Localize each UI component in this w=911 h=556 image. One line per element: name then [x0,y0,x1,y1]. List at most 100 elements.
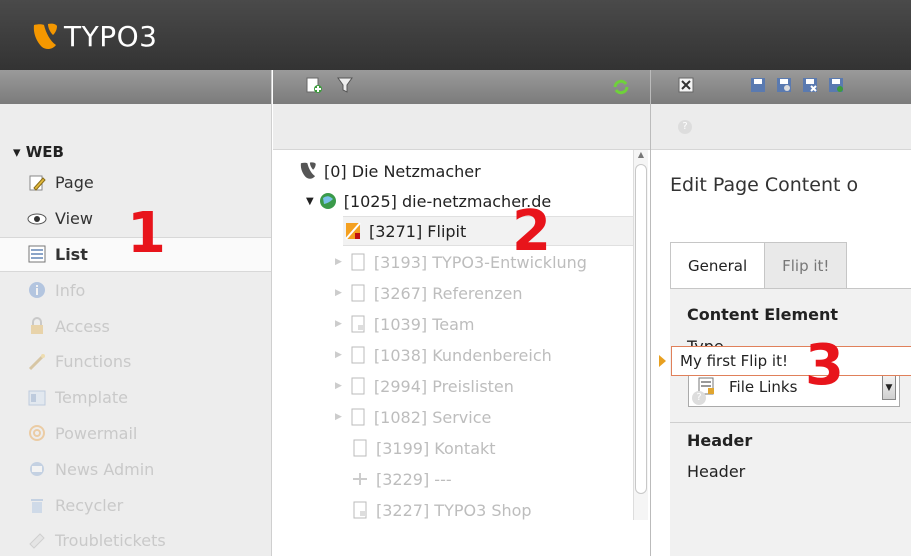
tree-node-label: [0] Die Netzmacher [324,161,481,181]
module-item-label: View [55,209,93,229]
tree-node-label: [3199] Kontakt [376,438,496,458]
tree-node-root[interactable]: [0] Die Netzmacher [298,156,481,186]
page-tree-toolbar [273,70,650,104]
eye-icon [26,208,48,230]
header-label: Header [687,462,746,481]
module-item-template[interactable]: Template [0,380,271,416]
tree-node-spacer[interactable]: [3229] --- [350,464,452,494]
typo3-root-icon [298,161,318,181]
page-icon [350,438,370,458]
pencil-page-icon [26,172,48,194]
module-item-info[interactable]: Info [0,272,271,308]
tree-node-label: [3193] TYPO3-Entwicklung [373,252,587,272]
help-icon[interactable]: ? [692,391,706,405]
close-icon[interactable] [678,77,694,97]
page-shortcut-icon [350,500,370,520]
module-item-news-admin[interactable]: News Admin [0,451,271,487]
news-icon [26,458,48,480]
trash-icon [26,494,48,516]
tree-node-kundenbereich[interactable]: ▶ [1038] Kundenbereich [335,340,552,370]
tree-node-flipit[interactable]: [3271] Flipit [343,216,633,246]
module-item-label: Access [55,316,110,336]
module-item-troubletickets[interactable]: Troubletickets [0,523,271,556]
page-icon [348,407,368,427]
content-element-heading: Content Element [687,305,839,324]
annotation-number-1: 1 [127,201,166,266]
tree-node-label: [2994] Preislisten [373,376,514,396]
module-item-label: Functions [55,352,132,372]
module-item-functions[interactable]: Functions [0,344,271,380]
page-title: Edit Page Content o [670,174,859,196]
edit-toolbar [651,70,911,104]
header-input[interactable]: My first Flip it! [671,346,911,376]
globe-icon [318,191,338,211]
typo3-logo[interactable]: TYPO3 [32,20,157,53]
tree-node-label: [3229] --- [376,469,452,489]
module-group-web[interactable]: ▾ WEB [0,139,271,165]
module-item-label: List [55,244,88,264]
header-section-heading: Header [687,431,753,450]
module-item-label: Recycler [55,495,124,515]
save-close-icon[interactable] [802,77,818,97]
tree-node-service[interactable]: ▶ [1082] Service [335,402,491,432]
annotation-number-3: 3 [805,333,844,398]
info-icon [26,279,48,301]
tree-node-label: [1039] Team [373,314,475,334]
page-icon [348,376,368,396]
tree-node-preislisten[interactable]: ▶ [2994] Preislisten [335,371,514,401]
page-tree-panel: [0] Die Netzmacher ▼ [1025] die-netzmach… [273,70,650,556]
lock-icon [26,315,48,337]
module-item-label: Troubletickets [55,531,166,551]
collapse-arrow-icon[interactable]: ▼ [306,196,314,207]
edit-content-panel: ? Edit Page Content o General Flip it! C… [650,70,911,556]
save-icon[interactable] [750,77,766,97]
module-item-access[interactable]: Access [0,308,271,344]
module-item-recycler[interactable]: Recycler [0,487,271,523]
edit-form: Content Element Type File Links ▼ Header… [670,288,911,556]
new-page-icon[interactable] [305,76,323,98]
page-icon [348,283,368,303]
tree-node-label: [3267] Referenzen [373,283,523,303]
module-menu: ▾ WEB Page View List Info Access Functio [0,70,272,556]
at-icon [26,422,48,444]
save-new-icon[interactable] [828,77,844,97]
page-tree-scrollbar[interactable]: ▲ [633,150,648,520]
tab-flip-it[interactable]: Flip it! [765,242,848,288]
module-item-page[interactable]: Page [0,165,271,201]
scroll-up-icon[interactable]: ▲ [635,150,647,162]
scrollbar-thumb[interactable] [635,164,647,494]
page-tree: [0] Die Netzmacher ▼ [1025] die-netzmach… [273,150,650,556]
logo-text: TYPO3 [64,20,158,53]
tree-node-label: [3227] TYPO3 Shop [376,500,532,520]
module-menu-header [0,70,271,104]
edit-tabs: General Flip it! [670,242,848,288]
page-tree-subheader [273,104,650,150]
tree-node-label: [1082] Service [373,407,492,427]
ticket-icon [26,530,48,552]
filter-icon[interactable] [337,76,353,98]
edit-subheader: ? [651,104,911,150]
tree-node-team[interactable]: ▶ [1039] Team [335,309,475,339]
refresh-icon[interactable] [612,78,630,100]
module-item-label: Template [55,388,129,408]
required-marker-icon [659,355,666,367]
annotation-number-2: 2 [512,199,551,264]
save-view-icon[interactable] [776,77,792,97]
tree-node-kontakt[interactable]: [3199] Kontakt [350,433,496,463]
list-icon [26,243,48,265]
tree-node-referenzen[interactable]: ▶ [3267] Referenzen [335,278,523,308]
tab-general[interactable]: General [670,242,766,288]
wand-icon [26,351,48,373]
page-shortcut-icon [348,314,368,334]
page-icon [348,252,368,272]
module-item-label: Page [55,173,94,193]
help-icon[interactable]: ? [678,119,692,134]
module-item-powermail[interactable]: Powermail [0,416,271,452]
module-item-label: Powermail [55,423,138,443]
tree-node-typo3-shop[interactable]: [3227] TYPO3 Shop [350,495,532,525]
module-item-label: Info [55,280,86,300]
module-item-label: News Admin [55,459,155,479]
tree-node-label: [3271] Flipit [369,221,467,241]
page-icon [348,345,368,365]
chevron-down-icon[interactable]: ▼ [882,374,896,400]
